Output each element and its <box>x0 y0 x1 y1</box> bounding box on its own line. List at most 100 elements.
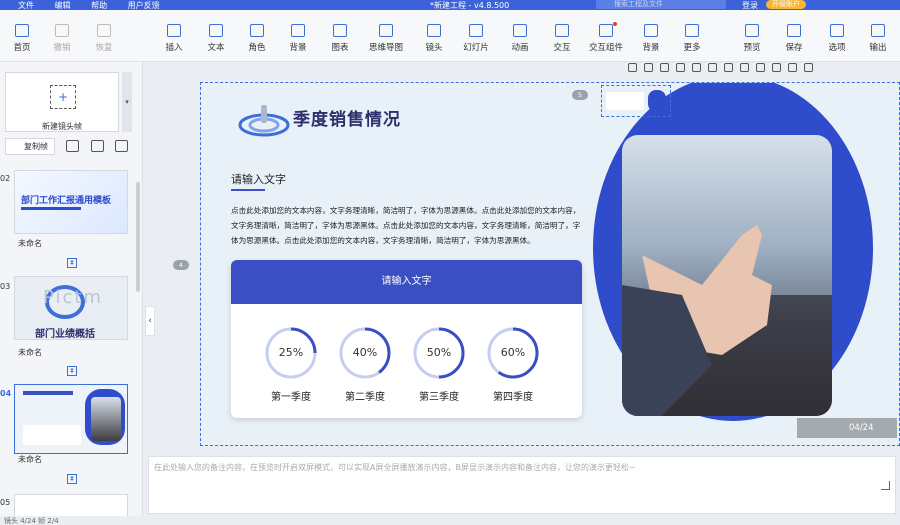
duplicate-icon[interactable] <box>676 63 685 72</box>
menu-help[interactable]: 帮助 <box>91 1 107 10</box>
save-button[interactable]: 保存 <box>772 24 816 53</box>
export-button[interactable]: 输出 <box>856 24 900 53</box>
slide-name: 未命名 <box>18 455 42 464</box>
slide-number: 05 <box>0 498 11 507</box>
title-bar: 文件 编辑 帮助 用户反馈 *新建工程 - v4.8.500 搜索工程及文件 登… <box>0 0 900 10</box>
frame-index-badge[interactable]: 4 <box>173 260 189 270</box>
zoom-out-icon[interactable] <box>740 63 749 72</box>
card-title[interactable]: 请输入文字 <box>231 260 582 304</box>
transition-icon[interactable]: ⧗ <box>67 474 77 484</box>
slide-thumbnail-3[interactable]: Pictm 部门业绩概括 <box>14 276 128 340</box>
slide-icon <box>469 24 483 37</box>
group-icon[interactable] <box>708 63 717 72</box>
zoom-in-icon[interactable] <box>724 63 733 72</box>
subtitle-underline <box>231 189 265 191</box>
quarter-label: 第二季度 <box>345 392 385 403</box>
page-indicator: 04/24 <box>797 418 897 438</box>
mindmap-icon <box>379 24 393 37</box>
crop-icon[interactable] <box>91 140 104 152</box>
camera-icon[interactable] <box>66 140 79 152</box>
frame-index-badge[interactable]: 5 <box>572 90 588 100</box>
menu-edit[interactable]: 编辑 <box>55 1 71 10</box>
mindmap-button[interactable]: 思维导图 <box>364 24 408 53</box>
slide-subtitle[interactable]: 请输入文字 <box>231 171 286 187</box>
export-icon <box>871 24 885 37</box>
insert-button[interactable]: 插入 <box>152 24 196 53</box>
home-icon[interactable] <box>644 63 653 72</box>
notification-dot <box>613 22 617 26</box>
upgrade-button[interactable]: 开级账户 <box>766 0 806 9</box>
search-input[interactable]: 搜索工程及文件 <box>596 0 726 9</box>
save-icon <box>787 24 801 37</box>
swap-icon[interactable] <box>115 140 128 152</box>
panel-scrollbar[interactable] <box>136 182 140 292</box>
main-toolbar: 首页 撤销 恢复 插入 文本 角色 背景 图表 思维导图 镜头 幻灯片 动画 交… <box>0 10 900 62</box>
collapse-panel-button[interactable]: ‹ <box>145 306 155 336</box>
hand-photo[interactable] <box>622 135 832 416</box>
background-button[interactable]: 背景 <box>276 24 320 53</box>
crop-icon[interactable] <box>788 63 797 72</box>
align-icon[interactable] <box>756 63 765 72</box>
arrange-icon[interactable] <box>772 63 781 72</box>
chart-button[interactable]: 图表 <box>318 24 362 53</box>
pointing-hand-image <box>622 225 832 416</box>
new-frame-button[interactable]: + 新建镜头帧 <box>5 72 119 132</box>
canvas-area: 季度销售情况 请输入文字 点击此处添加您的文本内容，文字务理清晰，简洁明了，字体… <box>157 76 900 454</box>
quarter-label: 第四季度 <box>493 392 533 403</box>
status-bar: 镜头 4/24 帧 2/4 <box>0 516 900 525</box>
transition-icon[interactable]: ⧗ <box>67 258 77 268</box>
ring-value: 25% <box>278 346 304 359</box>
home-button[interactable]: 首页 <box>0 24 44 53</box>
menu-bar: 文件 编辑 帮助 用户反馈 <box>0 0 160 11</box>
animation-icon <box>513 24 527 37</box>
more-button[interactable]: 更多 <box>670 24 714 53</box>
layer-icon[interactable] <box>660 63 669 72</box>
notes-input[interactable]: 在此处输入您的备注内容，在预览时开启双屏模式，可以实现A屏全屏播放演示内容，B屏… <box>148 456 896 514</box>
copy-icon[interactable] <box>628 63 637 72</box>
redo-button[interactable]: 恢复 <box>82 24 126 53</box>
ring-value: 40% <box>352 346 378 359</box>
logo-icon <box>238 105 290 137</box>
background-fill-button[interactable]: 背景 <box>629 24 673 53</box>
slide-button[interactable]: 幻灯片 <box>454 24 498 53</box>
slide-thumbnail-2[interactable]: 部门工作汇报通用模板 <box>14 170 128 234</box>
undo-button[interactable]: 撤销 <box>40 24 84 53</box>
preview-icon <box>745 24 759 37</box>
lens-button[interactable]: 镜头 <box>412 24 456 53</box>
slide-number: 03 <box>0 282 11 291</box>
camera-lens-icon <box>427 24 441 37</box>
animation-button[interactable]: 动画 <box>498 24 542 53</box>
options-button[interactable]: 选项 <box>815 24 859 53</box>
paste-icon[interactable] <box>692 63 701 72</box>
redo-icon <box>97 24 111 37</box>
slide-canvas[interactable]: 季度销售情况 请输入文字 点击此处添加您的文本内容，文字务理清晰，简洁明了，字体… <box>200 82 900 446</box>
gear-icon <box>830 24 844 37</box>
slide-thumbnail-5[interactable] <box>14 494 128 518</box>
copy-frame-button[interactable]: 复制帧 <box>5 138 55 155</box>
slide-number: 02 <box>0 174 11 183</box>
text-button[interactable]: 文本 <box>194 24 238 53</box>
slide-thumbnail-4[interactable] <box>14 384 128 454</box>
quarter-label: 第一季度 <box>271 392 311 403</box>
text-icon <box>209 24 223 37</box>
slide-panel: + 新建镜头帧 ▾ 复制帧 02 部门工作汇报通用模板 未命名 ⧗ 03 Pic… <box>0 62 143 525</box>
preview-button[interactable]: 预览 <box>730 24 774 53</box>
resize-icon[interactable] <box>881 481 890 490</box>
fullscreen-icon[interactable] <box>804 63 813 72</box>
slide-selection-thumb[interactable] <box>601 85 671 117</box>
transition-icon[interactable]: ⧗ <box>67 366 77 376</box>
interaction-button[interactable]: 交互 <box>540 24 584 53</box>
quarter-card[interactable]: 请输入文字 25% 第一季度 40% 第二季度 50% 第三季度 60% 第四季… <box>231 260 582 418</box>
role-button[interactable]: 角色 <box>235 24 279 53</box>
menu-feedback[interactable]: 用户反馈 <box>128 1 160 10</box>
person-icon <box>250 24 264 37</box>
slide-name: 未命名 <box>18 348 42 357</box>
interaction-component-button[interactable]: 交互组件 <box>584 24 628 53</box>
canvas-tools <box>628 63 820 76</box>
ring-value: 60% <box>500 346 526 359</box>
slide-number-selected: 04 <box>0 389 12 398</box>
new-frame-dropdown[interactable]: ▾ <box>122 72 132 132</box>
slide-body-text[interactable]: 点击此处添加您的文本内容，文字务理清晰，简洁明了，字体为思源黑体。点击此处添加您… <box>231 203 581 248</box>
menu-file[interactable]: 文件 <box>18 1 34 10</box>
slide-title[interactable]: 季度销售情况 <box>293 105 401 130</box>
